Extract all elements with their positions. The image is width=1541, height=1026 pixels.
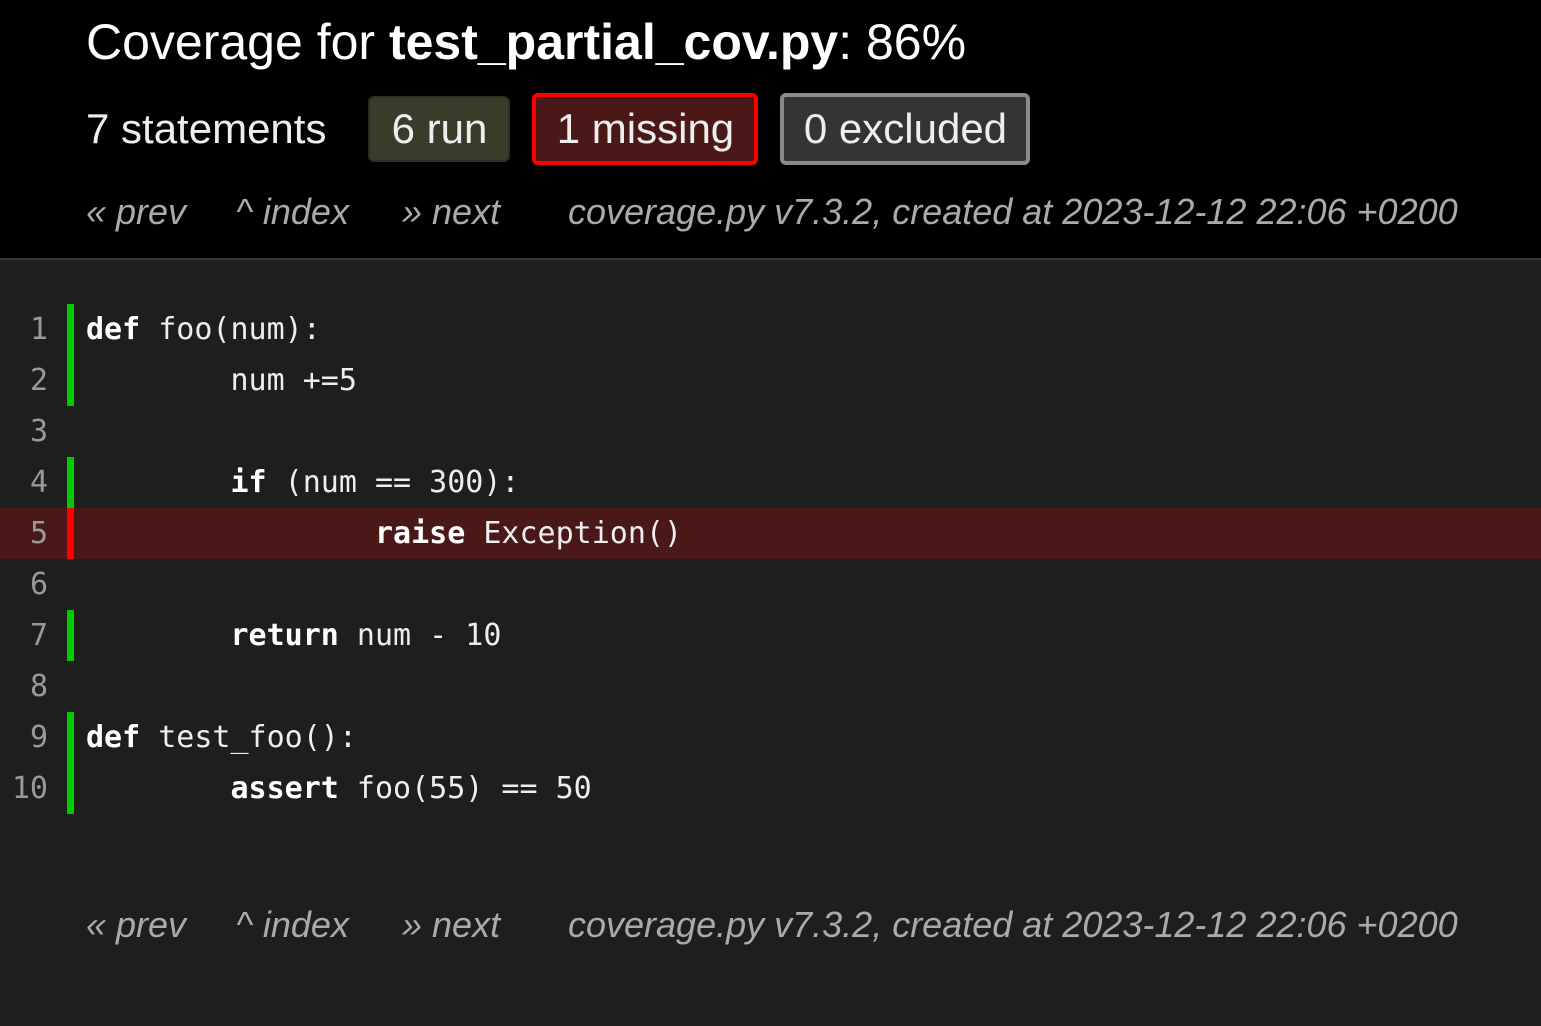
code-rest: Exception() (465, 516, 683, 551)
created-info: coverage.py v7.3.2, created at 2023-12-1… (568, 904, 1458, 945)
statements-count: 7 statements (86, 105, 327, 152)
header: Coverage for test_partial_cov.py: 86% 7 … (0, 0, 1541, 260)
run-marker (67, 304, 74, 355)
code-text: if (num == 300): (86, 457, 520, 508)
code-rest: foo(55) == 50 (338, 771, 592, 806)
source-line: 9 def test_foo(): (0, 712, 1541, 763)
source-line: 7 return num - 10 (0, 610, 1541, 661)
index-link[interactable]: ^ index (236, 905, 349, 945)
line-number[interactable]: 8 (0, 661, 48, 712)
run-marker (67, 355, 74, 406)
line-number[interactable]: 7 (0, 610, 48, 661)
run-marker (67, 712, 74, 763)
keyword: if (230, 465, 267, 500)
source-line: 2 num +=5 (0, 355, 1541, 406)
missing-filter-button[interactable]: 1 missing (532, 93, 759, 165)
line-number[interactable]: 3 (0, 406, 48, 457)
run-marker (67, 457, 74, 508)
code-text: def test_foo(): (86, 712, 357, 763)
code-rest: (num == 300): (266, 465, 520, 500)
code-text: num +=5 (86, 355, 357, 406)
page-title: Coverage for test_partial_cov.py: 86% (86, 12, 966, 72)
line-number[interactable]: 6 (0, 559, 48, 610)
file-name: test_partial_cov.py (388, 14, 839, 70)
title-prefix: Coverage for (86, 14, 389, 70)
next-link[interactable]: » next (402, 905, 500, 945)
line-number[interactable]: 4 (0, 457, 48, 508)
excluded-filter-button[interactable]: 0 excluded (780, 93, 1031, 165)
source-line: 8 (0, 661, 1541, 712)
source-line: 3 (0, 406, 1541, 457)
next-link[interactable]: » next (402, 192, 500, 232)
keyword: assert (230, 771, 339, 806)
line-number[interactable]: 5 (0, 508, 48, 559)
run-marker (67, 610, 74, 661)
stats-bar: 7 statements 6 run 1 missing 0 excluded (86, 93, 1052, 165)
prev-link[interactable]: « prev (86, 192, 186, 232)
line-number[interactable]: 1 (0, 304, 48, 355)
source-line: 5 raise Exception() (0, 508, 1541, 559)
coverage-percent: : 86% (838, 14, 967, 70)
code-rest: test_foo(): (140, 720, 357, 755)
source-line: 6 (0, 559, 1541, 610)
code-text: assert foo(55) == 50 (86, 763, 592, 814)
code-rest: foo(num): (140, 312, 321, 347)
code-text: raise Exception() (86, 508, 682, 559)
source-line: 10 assert foo(55) == 50 (0, 763, 1541, 814)
keyword: raise (374, 516, 466, 551)
code-text: def foo(num): (86, 304, 321, 355)
run-filter-button[interactable]: 6 run (368, 96, 511, 162)
code-rest: num - 10 (338, 618, 502, 653)
prev-link[interactable]: « prev (86, 905, 186, 945)
line-number[interactable]: 10 (0, 763, 48, 814)
source-code: 1 def foo(num): 2 num +=5 3 4 if (num == 300… (0, 304, 1541, 814)
missing-marker (67, 508, 74, 559)
code-text: return num - 10 (86, 610, 502, 661)
line-number[interactable]: 9 (0, 712, 48, 763)
keyword: def (86, 720, 141, 755)
source-line: 4 if (num == 300): (0, 457, 1541, 508)
line-number[interactable]: 2 (0, 355, 48, 406)
code-rest: num +=5 (230, 363, 357, 398)
keyword: return (230, 618, 339, 653)
keyword: def (86, 312, 141, 347)
source-line: 1 def foo(num): (0, 304, 1541, 355)
run-marker (67, 763, 74, 814)
created-info: coverage.py v7.3.2, created at 2023-12-1… (568, 191, 1458, 232)
index-link[interactable]: ^ index (236, 192, 349, 232)
